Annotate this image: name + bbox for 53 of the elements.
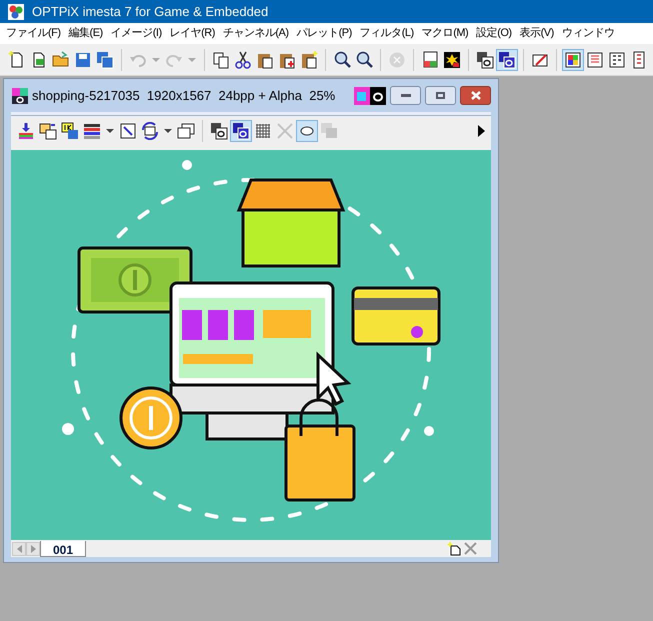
new-sheet-icon [447, 542, 461, 556]
open-folder-icon [52, 50, 70, 68]
import-layers-icon [17, 122, 35, 140]
image-alpha-icon [12, 88, 28, 104]
menu-item[interactable]: ウィンドウ [558, 25, 618, 42]
stop-icon [388, 50, 406, 68]
more-tools-icon[interactable] [478, 125, 485, 137]
menu-item[interactable]: 設定(O) [472, 25, 516, 42]
convert-icon [141, 122, 159, 140]
right-arrow-icon [30, 544, 36, 552]
burst-icon [443, 50, 461, 68]
list-view-icon [586, 50, 604, 68]
copy-icon [212, 50, 230, 68]
dropdown-arrow-icon[interactable] [106, 129, 114, 133]
menu-item[interactable]: マクロ(M) [418, 25, 472, 42]
save-icon [74, 50, 92, 68]
sheet-tab[interactable]: 001 [40, 540, 86, 556]
menu-item[interactable]: レイヤ(R) [166, 25, 219, 42]
app-icon [8, 4, 24, 20]
menu-item[interactable]: イメージ(I) [106, 25, 166, 42]
image-export-icon [39, 122, 57, 140]
menu-item[interactable]: ファイル(F) [2, 25, 65, 42]
menu-item[interactable]: 編集(E) [64, 25, 107, 42]
left-arrow-icon [16, 544, 22, 552]
menu-item[interactable]: パレット(P) [292, 25, 356, 42]
selection-button[interactable] [296, 120, 318, 142]
layers-icon [320, 122, 338, 140]
color-view-icon [564, 50, 582, 68]
color-view-button[interactable] [562, 48, 584, 70]
dropdown-arrow-icon[interactable] [164, 129, 172, 133]
document-title: shopping-5217035 1920x1567 24bpp + Alpha 25% [32, 86, 336, 105]
close-icon [470, 91, 480, 100]
cross-icon [276, 122, 294, 140]
grid-view-icon [608, 50, 626, 68]
rgb-alpha-icon [354, 86, 386, 104]
menu-item[interactable]: 表示(V) [516, 25, 558, 42]
channels-icon [83, 122, 101, 140]
resize-icon [119, 122, 137, 140]
delete-sheet-icon [464, 542, 477, 555]
menu-item[interactable]: フィルタ(L) [356, 25, 418, 42]
close-button[interactable] [460, 86, 491, 105]
cut-icon [234, 50, 252, 68]
zoom-out-icon [355, 50, 373, 68]
window-title: OPTPiX imesta 7 for Game & Embedded [32, 2, 268, 21]
menu-item[interactable]: チャンネル(A) [218, 25, 293, 42]
maximize-button[interactable] [425, 86, 456, 105]
save-all-icon [96, 50, 114, 68]
paste-icon [300, 50, 318, 68]
zoom-in-icon [333, 50, 351, 68]
grid-icon [254, 122, 272, 140]
windows-icon [177, 122, 195, 140]
minimize-button[interactable] [390, 86, 421, 105]
convert-button[interactable] [139, 120, 161, 142]
